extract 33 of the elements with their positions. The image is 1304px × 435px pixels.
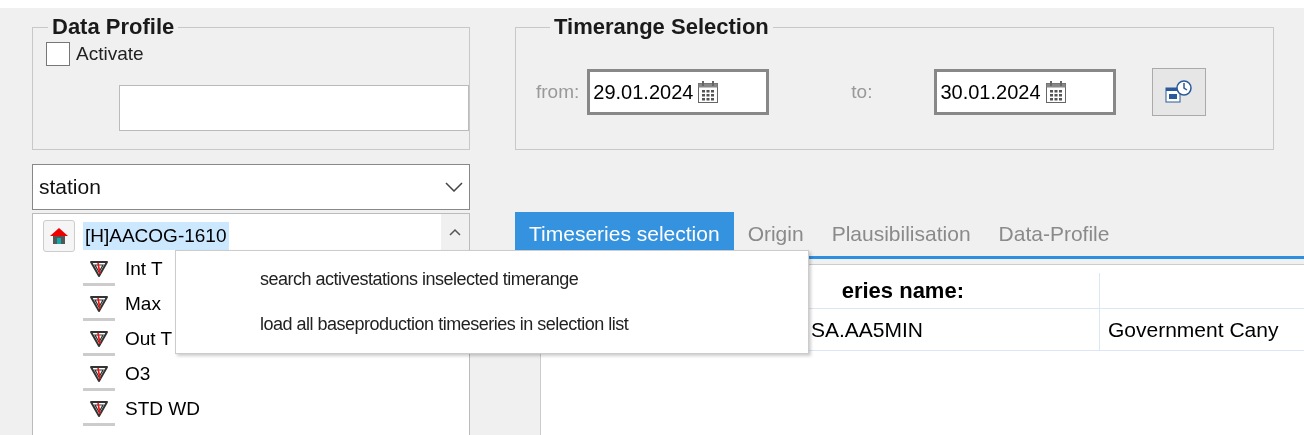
group-title: Data Profile [51,16,176,38]
sensor-icon [89,363,109,383]
calendar-clock-button[interactable] [1152,68,1207,116]
input-field[interactable] [119,84,469,131]
station-dropdown[interactable]: station [32,164,470,210]
tree-item[interactable]: STD WD [125,395,200,424]
home-icon [49,226,69,246]
checkbox-label: Activate [76,42,144,66]
from-label: from: [536,79,580,104]
checkbox[interactable] [46,42,70,67]
column-header: eries name: [841,277,964,305]
chevron-down-icon [445,182,463,192]
sensor-icon [89,398,109,418]
table-cell-text: SA.AA5MIN [811,316,924,343]
chevron-up-icon [449,228,461,236]
menu-item[interactable]: load all baseproduction timeseries in selection list [260,311,808,338]
date-field[interactable]: 30.01.2024 [934,69,1117,115]
date-field[interactable]: 29.01.2024 [587,69,770,115]
group-title: Timerange Selection [553,16,770,38]
tree-item[interactable]: [H]AACOG-1610 [83,221,229,251]
to-label: to: [851,79,873,104]
sensor-icon [89,328,109,348]
calendar-icon[interactable] [697,80,720,104]
tree-item[interactable]: Int T [125,255,163,284]
tree-item[interactable]: O3 [125,360,151,389]
table-cell: Government Cany [1099,309,1279,350]
tree-item[interactable]: Max [125,290,161,319]
menu-item[interactable]: search activestations inselected timerange [260,266,808,293]
sensor-icon [89,293,109,313]
calendar-clock-icon [1164,79,1195,105]
tree-item[interactable]: Out T [125,325,173,354]
sensor-icon [89,258,109,278]
calendar-icon[interactable] [1044,80,1067,104]
